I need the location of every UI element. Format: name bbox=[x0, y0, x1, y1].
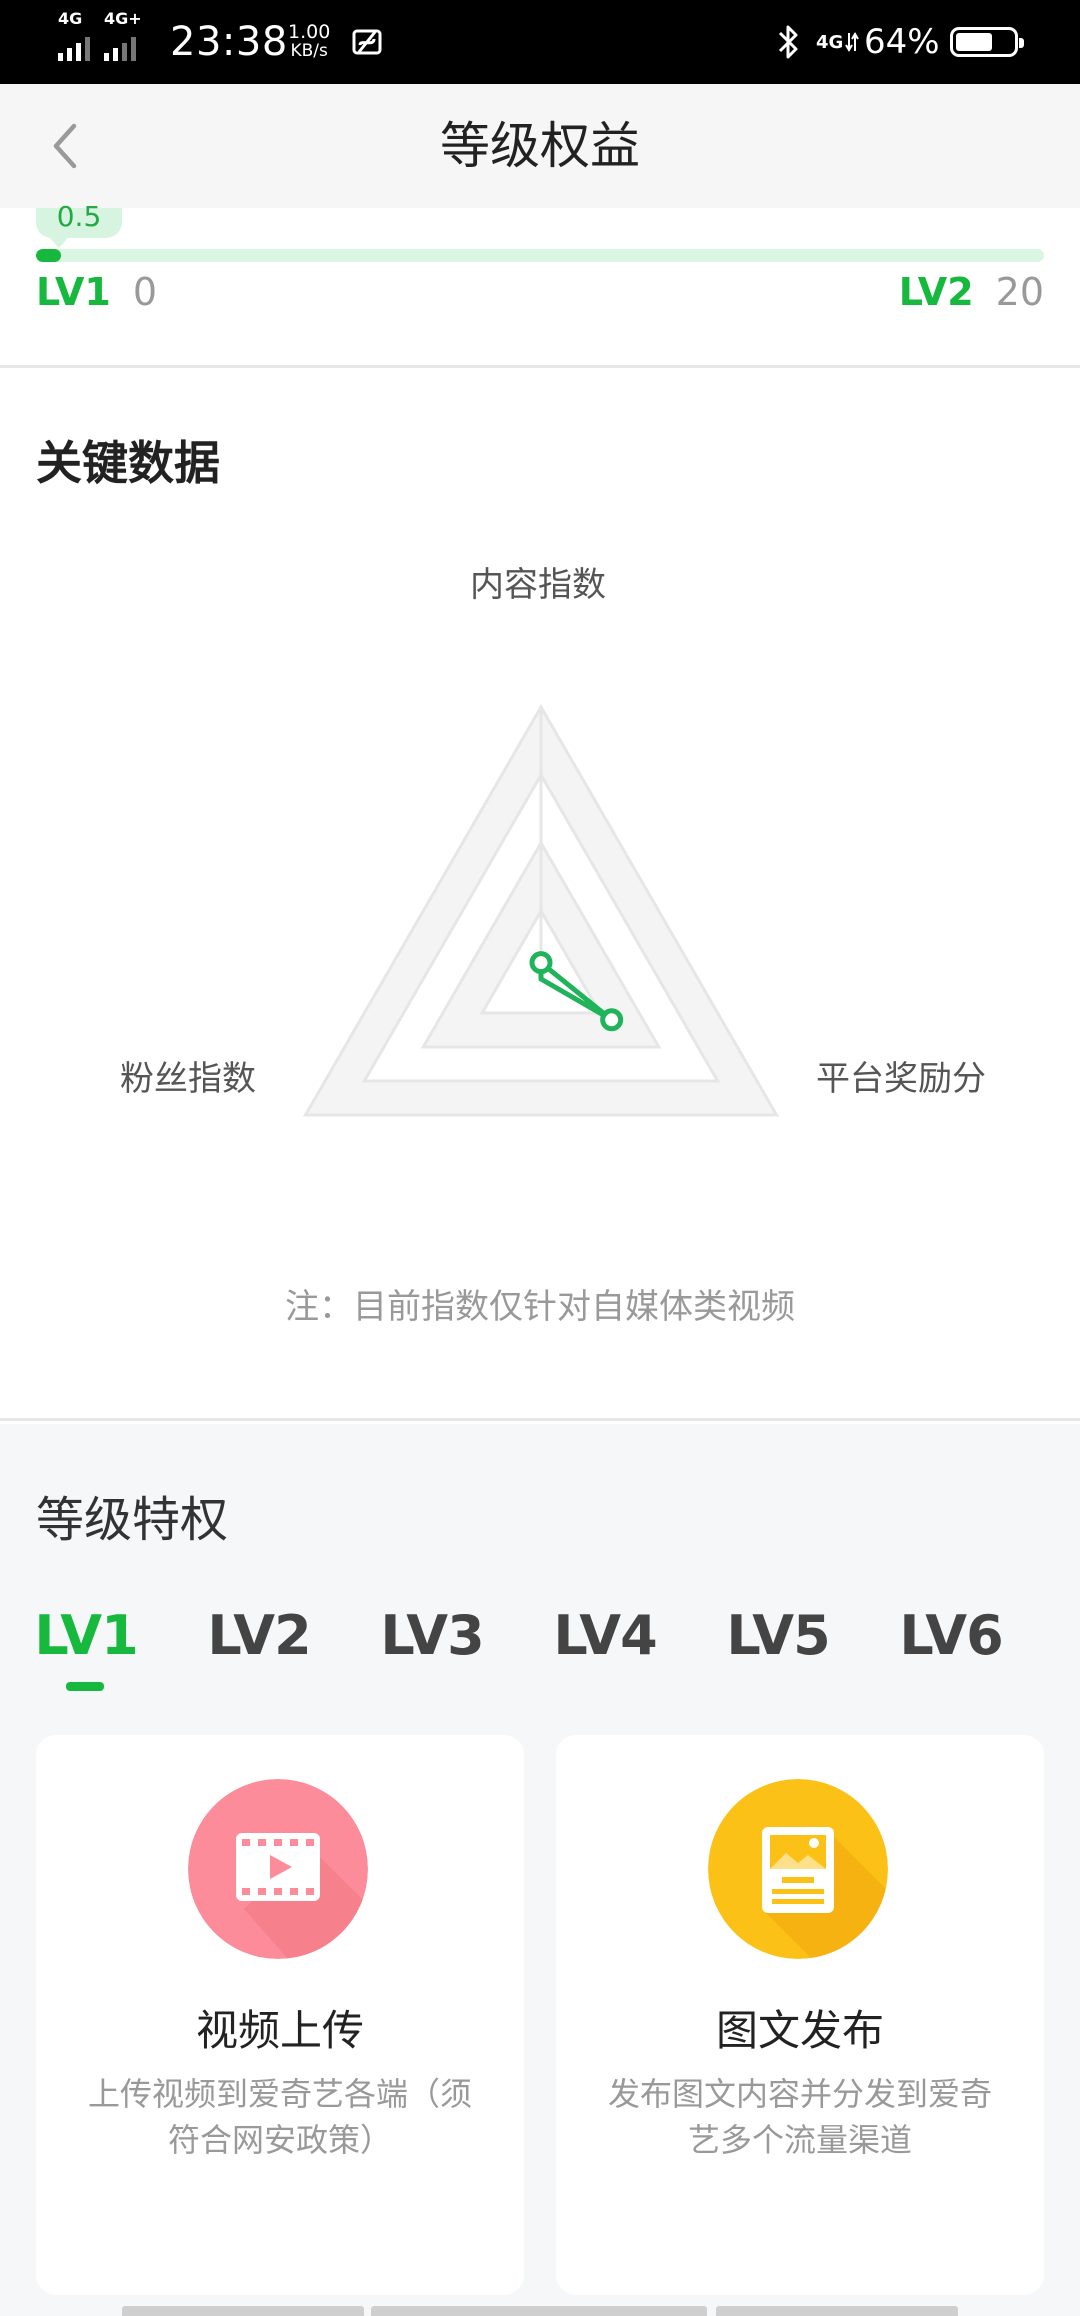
key-data-note: 注：目前指数仅针对自媒体类视频 bbox=[285, 1287, 795, 1327]
page-indicator bbox=[716, 2306, 958, 2316]
privileges-title: 等级特权 bbox=[36, 1492, 229, 1548]
axis-label-fans: 粉丝指数 bbox=[120, 1059, 256, 1099]
current-level: LV1 0 bbox=[36, 270, 157, 314]
signal-bars-icon bbox=[104, 37, 136, 61]
privilege-desc: 发布图文内容并分发到爱奇艺多个流量渠道 bbox=[607, 2075, 992, 2159]
axis-label-content: 内容指数 bbox=[470, 565, 606, 605]
data-network-icon: 4G bbox=[816, 0, 860, 84]
current-level-points: 0 bbox=[132, 270, 158, 314]
speed-value: 1.00 bbox=[288, 21, 331, 43]
network-type-2: 4G+ bbox=[104, 9, 142, 28]
next-level-points: 20 bbox=[995, 270, 1044, 314]
bluetooth-icon bbox=[776, 0, 802, 84]
key-data-section: 关键数据 内容指数 平台奖励分 粉丝指数 注：目前指数仅针对自媒体类视频 bbox=[0, 371, 1080, 1421]
page-title: 等级权益 bbox=[440, 117, 640, 175]
app-screen: 4G 4G+ 23:38 1.00 KB/s 4G 64% 等级权益 0.5 L… bbox=[0, 0, 1080, 2316]
battery-percentage: 64% bbox=[864, 22, 940, 62]
tab-lv5[interactable]: LV5 bbox=[708, 1604, 848, 1667]
next-level: LV2 20 bbox=[899, 270, 1044, 314]
network-type-3: 4G bbox=[816, 31, 844, 53]
privileges-section: 等级特权 LV1 LV2 LV3 LV4 LV5 LV6 视频上传 上传视频到爱… bbox=[0, 1424, 1080, 2316]
speed-unit: KB/s bbox=[290, 41, 328, 61]
tab-lv2[interactable]: LV2 bbox=[189, 1604, 329, 1667]
radar-chart bbox=[302, 703, 780, 1117]
privilege-name: 图文发布 bbox=[715, 2006, 884, 2055]
signal-sim1: 4G bbox=[58, 9, 90, 61]
current-level-name: LV1 bbox=[36, 270, 111, 314]
privilege-card-article[interactable]: 图文发布 发布图文内容并分发到爱奇艺多个流量渠道 bbox=[556, 1735, 1044, 2295]
video-icon bbox=[188, 1779, 368, 1959]
network-speed: 1.00 KB/s bbox=[288, 0, 330, 84]
privilege-name: 视频上传 bbox=[195, 2006, 364, 2055]
screenshot-icon bbox=[350, 0, 384, 84]
article-icon bbox=[708, 1779, 888, 1959]
status-bar: 4G 4G+ 23:38 1.00 KB/s 4G 64% bbox=[0, 0, 1080, 84]
battery-icon bbox=[950, 0, 1024, 84]
progress-value-bubble: 0.5 bbox=[36, 203, 122, 238]
tab-lv1[interactable]: LV1 bbox=[16, 1604, 156, 1667]
back-button[interactable] bbox=[30, 106, 100, 186]
progress-bar bbox=[36, 249, 1044, 262]
page-indicator bbox=[122, 2306, 364, 2316]
level-progress: 0.5 LV1 0 LV2 20 bbox=[0, 203, 1080, 368]
signal-bars-icon bbox=[58, 37, 90, 61]
page-indicator bbox=[371, 2306, 707, 2316]
tab-lv3[interactable]: LV3 bbox=[362, 1604, 502, 1667]
radar-data-point bbox=[529, 951, 553, 975]
chevron-left-icon bbox=[53, 123, 77, 169]
active-tab-indicator bbox=[66, 1682, 104, 1691]
network-type-1: 4G bbox=[58, 9, 83, 28]
signal-indicators: 4G 4G+ bbox=[58, 0, 150, 84]
next-level-name: LV2 bbox=[898, 270, 974, 314]
bubble-tail bbox=[50, 238, 68, 248]
axis-label-reward: 平台奖励分 bbox=[816, 1059, 986, 1099]
nav-header: 等级权益 bbox=[0, 84, 1080, 208]
progress-bar-fill bbox=[36, 249, 62, 262]
radar-data-point bbox=[600, 1008, 624, 1032]
level-tabs: LV1 LV2 LV3 LV4 LV5 LV6 bbox=[0, 1604, 1080, 1694]
clock: 23:38 bbox=[170, 19, 288, 65]
signal-sim2: 4G+ bbox=[104, 9, 142, 61]
tab-lv6[interactable]: LV6 bbox=[881, 1604, 1021, 1667]
privilege-card-video[interactable]: 视频上传 上传视频到爱奇艺各端（须符合网安政策） bbox=[36, 1735, 524, 2295]
tab-lv4[interactable]: LV4 bbox=[535, 1604, 675, 1667]
privilege-desc: 上传视频到爱奇艺各端（须符合网安政策） bbox=[87, 2075, 472, 2159]
